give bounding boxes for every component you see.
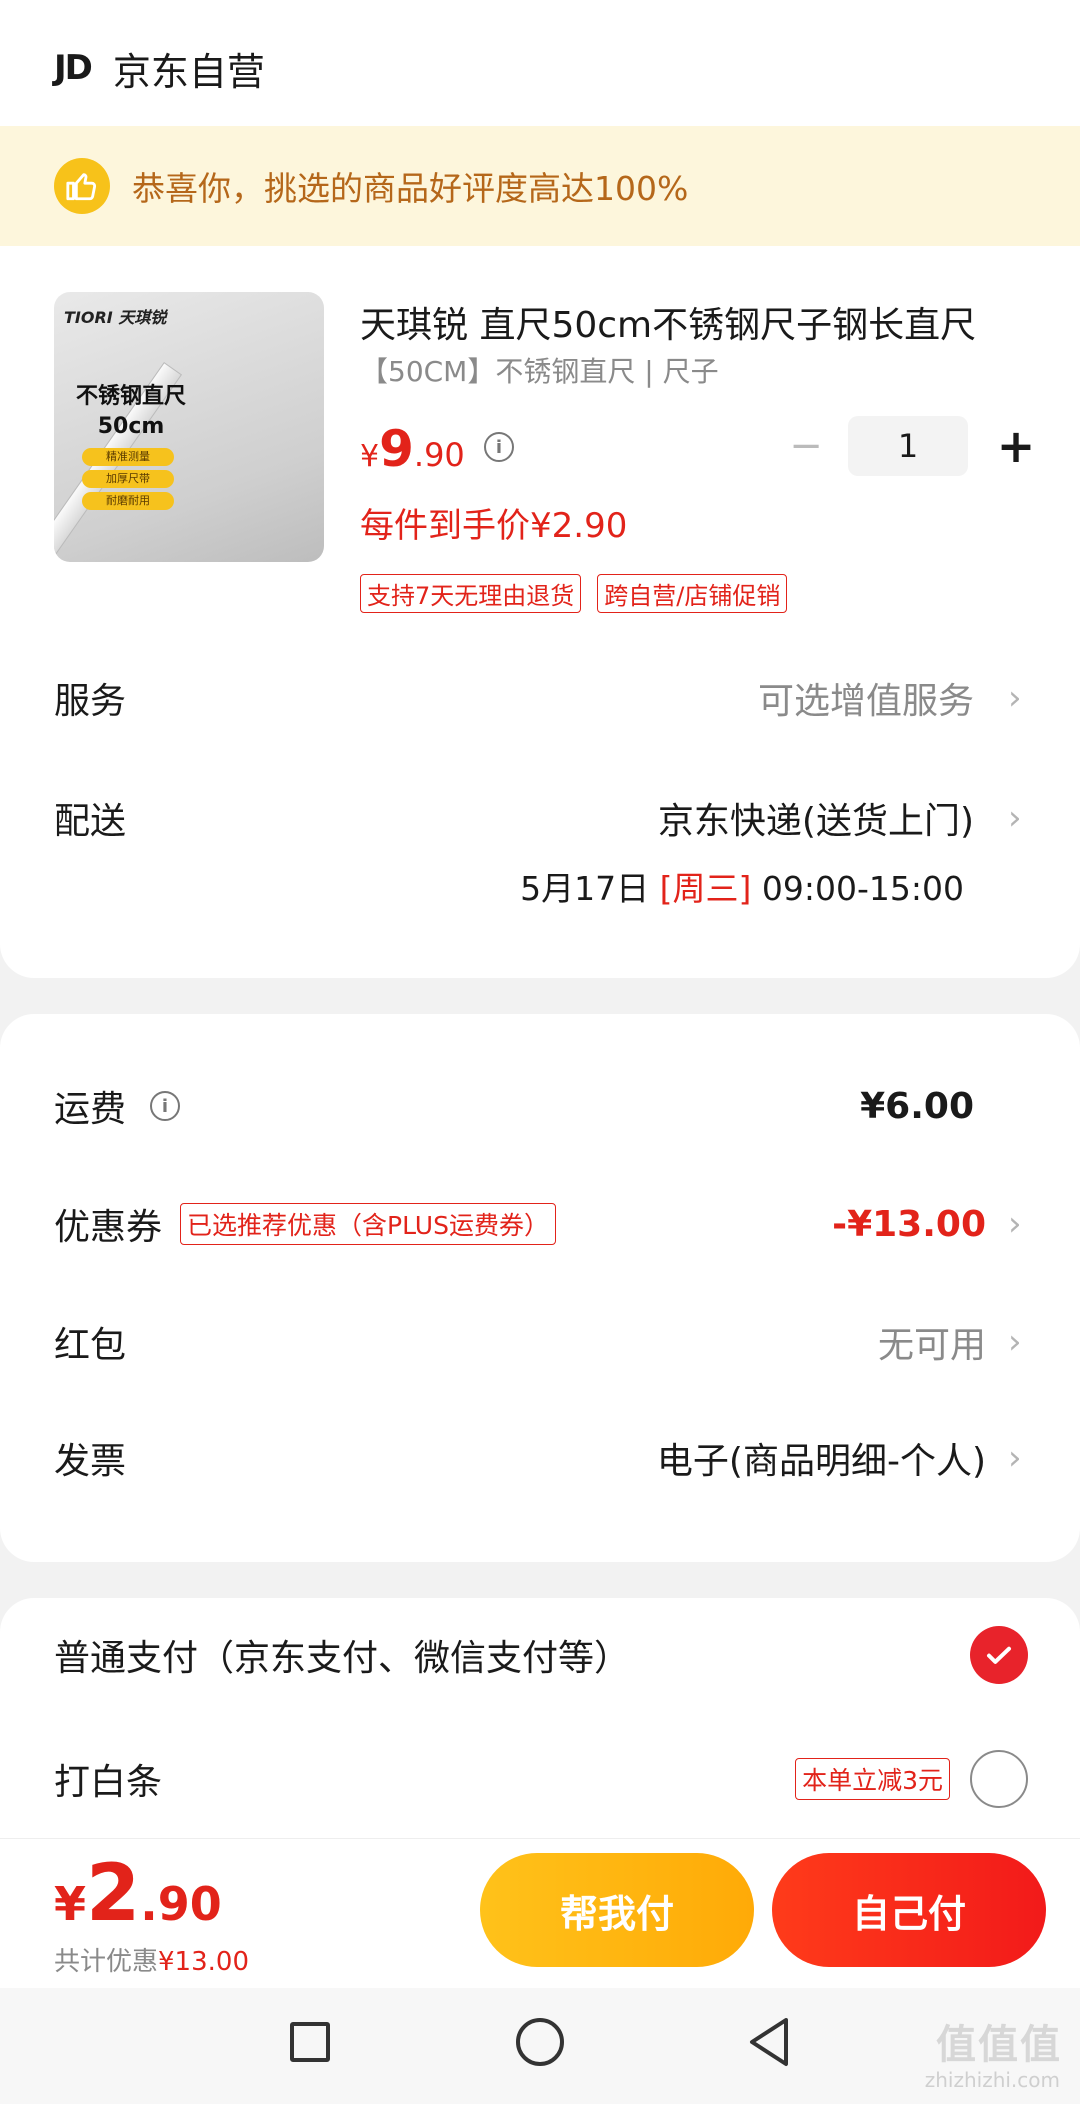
chevron-right-icon: › xyxy=(1008,798,1022,838)
delivery-time: 09:00-15:00 xyxy=(761,869,964,908)
image-title: 不锈钢直尺 50cm xyxy=(75,384,186,439)
product-image[interactable]: TIORI 天琪锐 不锈钢直尺 50cm 精准测量 加厚尺带 耐磨耐用 xyxy=(54,292,324,562)
baitiao-option[interactable]: 打白条 本单立减3元 xyxy=(54,1750,1028,1808)
tag-promo: 跨自营/店铺促销 xyxy=(597,574,788,613)
nav-square-icon[interactable] xyxy=(290,2022,330,2062)
normal-pay-label: 普通支付（京东支付、微信支付等） xyxy=(54,1638,631,1679)
fees-card: 运费 i ¥6.00 优惠券 已选推荐优惠（含PLUS运费券） -¥13.00 … xyxy=(0,1014,1080,1562)
delivery-weekday: [周三] xyxy=(659,869,752,908)
nav-back-icon[interactable] xyxy=(746,2016,792,2072)
delivery-row[interactable]: 配送 京东快递(送货上门) › xyxy=(54,792,1026,844)
chevron-right-icon: › xyxy=(1008,1438,1022,1478)
radio-button[interactable] xyxy=(970,1750,1028,1808)
increase-button[interactable]: + xyxy=(994,419,1038,473)
watermark-url: zhizhizhi.com xyxy=(924,2068,1060,2092)
unit-price: 每件到手价¥2.90 xyxy=(360,506,628,546)
price-symbol: ¥ xyxy=(360,439,380,474)
shipping-row: 运费 i ¥6.00 xyxy=(54,1080,1026,1132)
baitiao-label: 打白条 xyxy=(54,1762,163,1803)
check-icon[interactable] xyxy=(970,1626,1028,1684)
image-brand: TIORI 天琪锐 xyxy=(64,308,167,327)
quantity-input[interactable]: 1 xyxy=(848,416,968,476)
invoice-label: 发票 xyxy=(54,1441,127,1482)
discount-value: ¥13.00 xyxy=(158,1947,249,1977)
delivery-day: 5月17日 xyxy=(520,869,650,908)
coupon-value: -¥13.00 xyxy=(832,1203,986,1245)
total-integer: 2 xyxy=(86,1849,141,1939)
store-name: 京东自营 xyxy=(112,49,265,94)
price-integer: 9 xyxy=(379,420,414,478)
service-row[interactable]: 服务 可选增值服务 › xyxy=(54,672,1026,724)
coupon-row[interactable]: 优惠券 已选推荐优惠（含PLUS运费券） -¥13.00 › xyxy=(54,1198,1026,1250)
chevron-right-icon: › xyxy=(1008,1204,1022,1244)
system-nav-bar: 值值值 zhizhizhi.com xyxy=(0,1988,1080,2104)
store-header[interactable]: JD 京东自营 xyxy=(54,38,265,98)
coupon-label: 优惠券 xyxy=(54,1207,163,1248)
shipping-value: ¥6.00 xyxy=(860,1085,974,1127)
coupon-tag: 已选推荐优惠（含PLUS运费券） xyxy=(180,1203,556,1245)
product-spec[interactable]: 【50CM】不锈钢直尺 | 尺子 xyxy=(360,350,719,390)
invoice-value: 电子(商品明细-个人) xyxy=(656,1441,986,1482)
service-label: 服务 xyxy=(54,681,127,722)
payment-card: 普通支付（京东支付、微信支付等） 打白条 本单立减3元 xyxy=(0,1598,1080,1838)
chevron-right-icon: › xyxy=(1008,678,1022,718)
price-decimal: .90 xyxy=(413,436,465,474)
thumbs-up-icon xyxy=(54,158,110,214)
image-pill: 耐磨耐用 xyxy=(82,492,174,510)
delivery-method: 京东快递(送货上门) xyxy=(657,801,974,842)
nav-circle-icon[interactable] xyxy=(516,2018,564,2066)
watermark-logo: 值值值 xyxy=(936,2022,1062,2068)
jd-logo: JD xyxy=(54,48,93,88)
image-pill: 加厚尺带 xyxy=(82,470,174,488)
redpacket-value: 无可用 xyxy=(877,1325,986,1366)
discount-label: 共计优惠 xyxy=(54,1947,159,1977)
banner-text: 恭喜你，挑选的商品好评度高达100% xyxy=(132,169,689,208)
product-price: ¥ 9 .90 xyxy=(360,420,465,478)
tag-return: 支持7天无理由退货 xyxy=(360,574,582,613)
quantity-stepper: − 1 + xyxy=(780,416,1038,476)
shipping-label: 运费 xyxy=(54,1089,127,1130)
total-price: ¥ 2 .90 xyxy=(54,1849,222,1939)
order-item-card: JD 京东自营 恭喜你，挑选的商品好评度高达100% TIORI 天琪锐 不锈钢… xyxy=(0,0,1080,978)
product-title[interactable]: 天琪锐 直尺50cm不锈钢尺子钢长直尺 xyxy=(360,296,1020,348)
rating-banner: 恭喜你，挑选的商品好评度高达100% xyxy=(0,126,1080,246)
total-discount: 共计优惠¥13.00 xyxy=(54,1941,249,1978)
redpacket-label: 红包 xyxy=(54,1325,127,1366)
decrease-button[interactable]: − xyxy=(780,423,832,469)
invoice-row[interactable]: 发票 电子(商品明细-个人) › xyxy=(54,1432,1026,1484)
image-pill: 精准测量 xyxy=(82,448,174,466)
chevron-right-icon: › xyxy=(1008,1322,1022,1362)
redpacket-row[interactable]: 红包 无可用 › xyxy=(54,1316,1026,1368)
delivery-date: 5月17日 [周三] 09:00-15:00 xyxy=(520,862,964,910)
service-value: 可选增值服务 xyxy=(757,681,974,722)
delivery-label: 配送 xyxy=(54,801,127,842)
help-pay-button[interactable]: 帮我付 xyxy=(480,1853,754,1967)
self-pay-button[interactable]: 自己付 xyxy=(772,1853,1046,1967)
normal-pay-option[interactable]: 普通支付（京东支付、微信支付等） xyxy=(54,1626,1028,1684)
baitiao-tag: 本单立减3元 xyxy=(795,1758,950,1800)
total-symbol: ¥ xyxy=(54,1877,87,1931)
total-decimal: .90 xyxy=(140,1877,222,1931)
checkout-bar: ¥ 2 .90 共计优惠¥13.00 帮我付 自己付 xyxy=(0,1838,1080,1988)
info-icon[interactable]: i xyxy=(484,432,514,462)
info-icon[interactable]: i xyxy=(150,1091,181,1121)
product-tags: 支持7天无理由退货 跨自营/店铺促销 xyxy=(360,574,788,613)
